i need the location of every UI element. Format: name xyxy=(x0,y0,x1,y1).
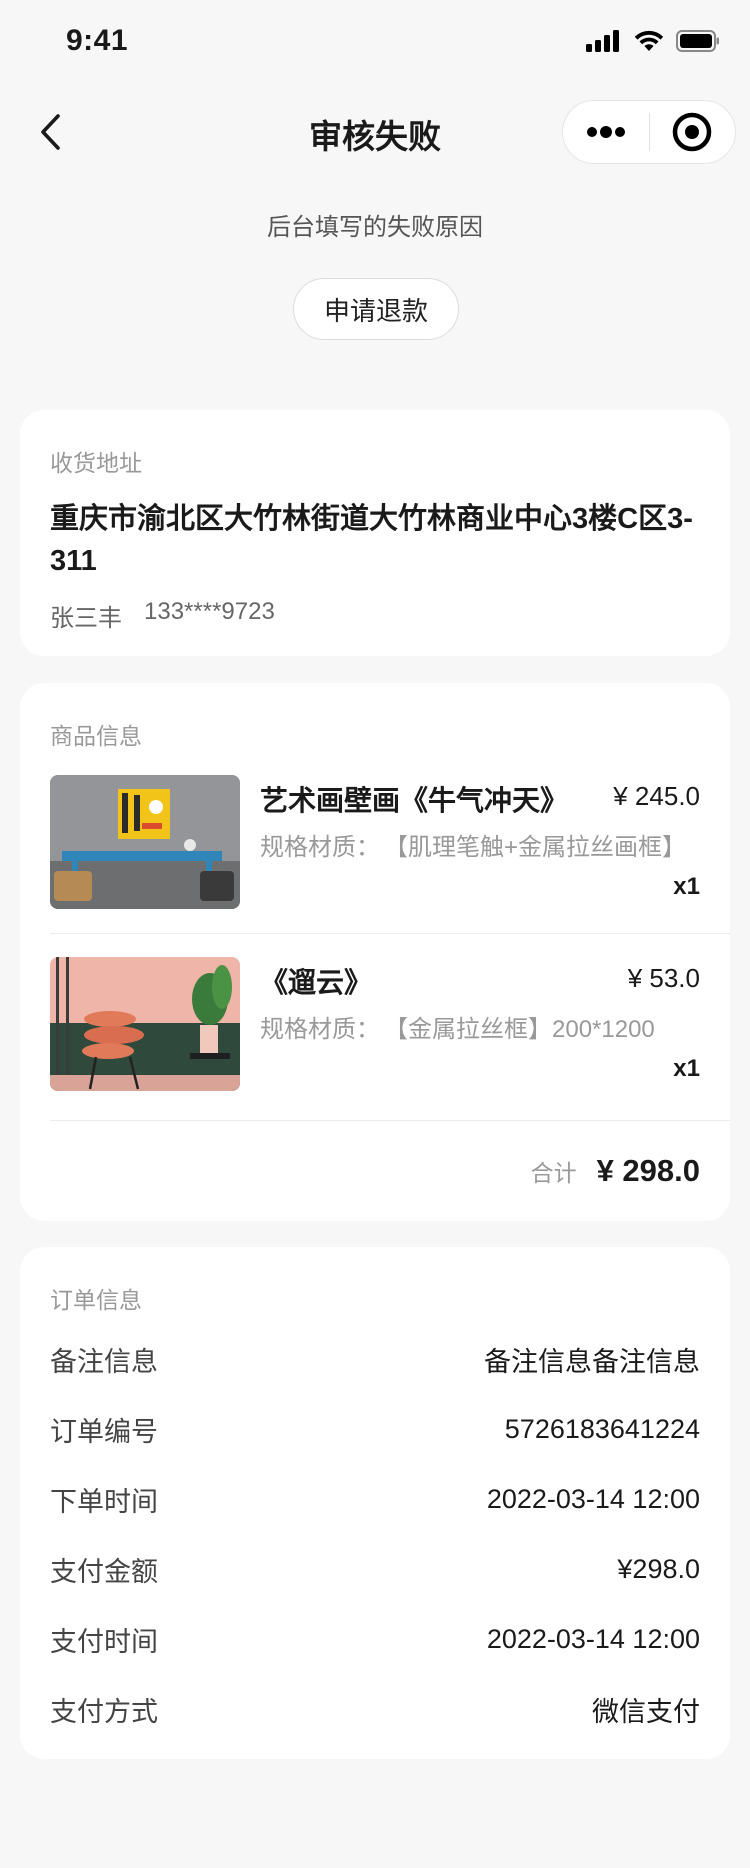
section-title-goods: 商品信息 xyxy=(50,723,142,749)
goods-quantity: x1 xyxy=(673,873,700,900)
more-button[interactable] xyxy=(563,101,649,163)
artwork-image xyxy=(50,775,240,909)
order-value: 2022-03-14 12:00 xyxy=(486,1483,700,1514)
goods-card: 商品信息 艺术画壁画《牛气冲天》 ¥ 245.0 规格材质： 【肌理笔触+金属拉… xyxy=(20,683,730,1221)
refund-button[interactable]: 申请退款 xyxy=(293,278,459,340)
chair-image xyxy=(50,957,240,1091)
address-text: 重庆市渝北区大竹林街道大竹林商业中心3楼C区3-311 xyxy=(50,503,693,577)
target-circle-icon xyxy=(673,112,712,152)
goods-price: ¥ 53.0 xyxy=(627,963,700,993)
more-dots-icon xyxy=(586,126,625,138)
divider xyxy=(50,933,730,934)
order-value: 备注信息备注信息 xyxy=(484,1346,700,1377)
goods-item[interactable]: 《遛云》 ¥ 53.0 规格材质： 【金属拉丝框】200*1200 x1 xyxy=(50,957,730,1091)
section-title-order: 订单信息 xyxy=(50,1287,142,1313)
divider xyxy=(50,1120,730,1121)
miniprogram-capsule xyxy=(562,100,736,164)
order-row-remark: 备注信息 备注信息备注信息 xyxy=(50,1339,700,1379)
goods-spec-label: 规格材质： xyxy=(260,1016,380,1043)
order-value: 5726183641224 xyxy=(504,1413,700,1444)
order-row-pay-method: 支付方式 微信支付 xyxy=(50,1689,700,1729)
goods-item[interactable]: 艺术画壁画《牛气冲天》 ¥ 245.0 规格材质： 【肌理笔触+金属拉丝画框】 x… xyxy=(50,775,730,909)
goods-spec: 规格材质： 【肌理笔触+金属拉丝画框】 xyxy=(260,827,700,862)
contact-phone: 133****9723 xyxy=(144,598,275,625)
order-key: 支付方式 xyxy=(50,1696,158,1727)
nav-bar: 审核失败 xyxy=(0,88,750,176)
goods-name: 《遛云》 xyxy=(260,967,373,998)
goods-spec-value: 【肌理笔触+金属拉丝画框】 xyxy=(396,834,687,861)
order-row-pay-time: 支付时间 2022-03-14 12:00 xyxy=(50,1619,700,1659)
status-bar: 9:41 xyxy=(0,0,750,88)
goods-thumbnail xyxy=(50,957,240,1091)
order-row-pay-amount: 支付金额 ¥298.0 xyxy=(50,1549,700,1589)
order-value: ¥298.0 xyxy=(617,1553,700,1584)
order-value: 2022-03-14 12:00 xyxy=(486,1623,700,1654)
battery-icon xyxy=(676,30,719,52)
contact-name: 张三丰 xyxy=(50,605,122,632)
status-icons xyxy=(586,30,720,52)
address-card: 收货地址 重庆市渝北区大竹林街道大竹林商业中心3楼C区3-311 张三丰 133… xyxy=(20,410,730,656)
failure-reason: 后台填写的失败原因 xyxy=(267,214,483,241)
goods-spec-value: 【金属拉丝框】200*1200 xyxy=(396,1016,655,1043)
total-value: ¥ 298.0 xyxy=(596,1153,700,1188)
order-key: 下单时间 xyxy=(50,1486,158,1517)
contact-info: 张三丰 133****9723 xyxy=(50,598,275,633)
goods-thumbnail xyxy=(50,775,240,909)
goods-quantity: x1 xyxy=(673,1055,700,1082)
signal-icon xyxy=(586,30,619,52)
goods-name: 艺术画壁画《牛气冲天》 xyxy=(260,785,569,816)
total-label: 合计 xyxy=(530,1160,577,1186)
goods-price: ¥ 245.0 xyxy=(613,781,700,811)
order-key: 备注信息 xyxy=(50,1346,158,1377)
order-key: 订单编号 xyxy=(50,1416,158,1447)
section-title-address: 收货地址 xyxy=(50,450,142,476)
total-row: 合计 ¥ 298.0 xyxy=(531,1153,700,1189)
order-row-number: 订单编号 5726183641224 xyxy=(50,1409,700,1449)
close-miniprogram-button[interactable] xyxy=(650,101,736,163)
goods-spec: 规格材质： 【金属拉丝框】200*1200 xyxy=(260,1009,700,1044)
order-value: 微信支付 xyxy=(592,1696,700,1727)
status-time: 9:41 xyxy=(66,24,129,57)
goods-spec-label: 规格材质： xyxy=(260,834,380,861)
order-key: 支付时间 xyxy=(50,1626,158,1657)
order-row-order-time: 下单时间 2022-03-14 12:00 xyxy=(50,1479,700,1519)
wifi-icon xyxy=(634,30,664,51)
order-card: 订单信息 备注信息 备注信息备注信息 订单编号 5726183641224 下单… xyxy=(20,1247,730,1759)
order-key: 支付金额 xyxy=(50,1556,158,1587)
